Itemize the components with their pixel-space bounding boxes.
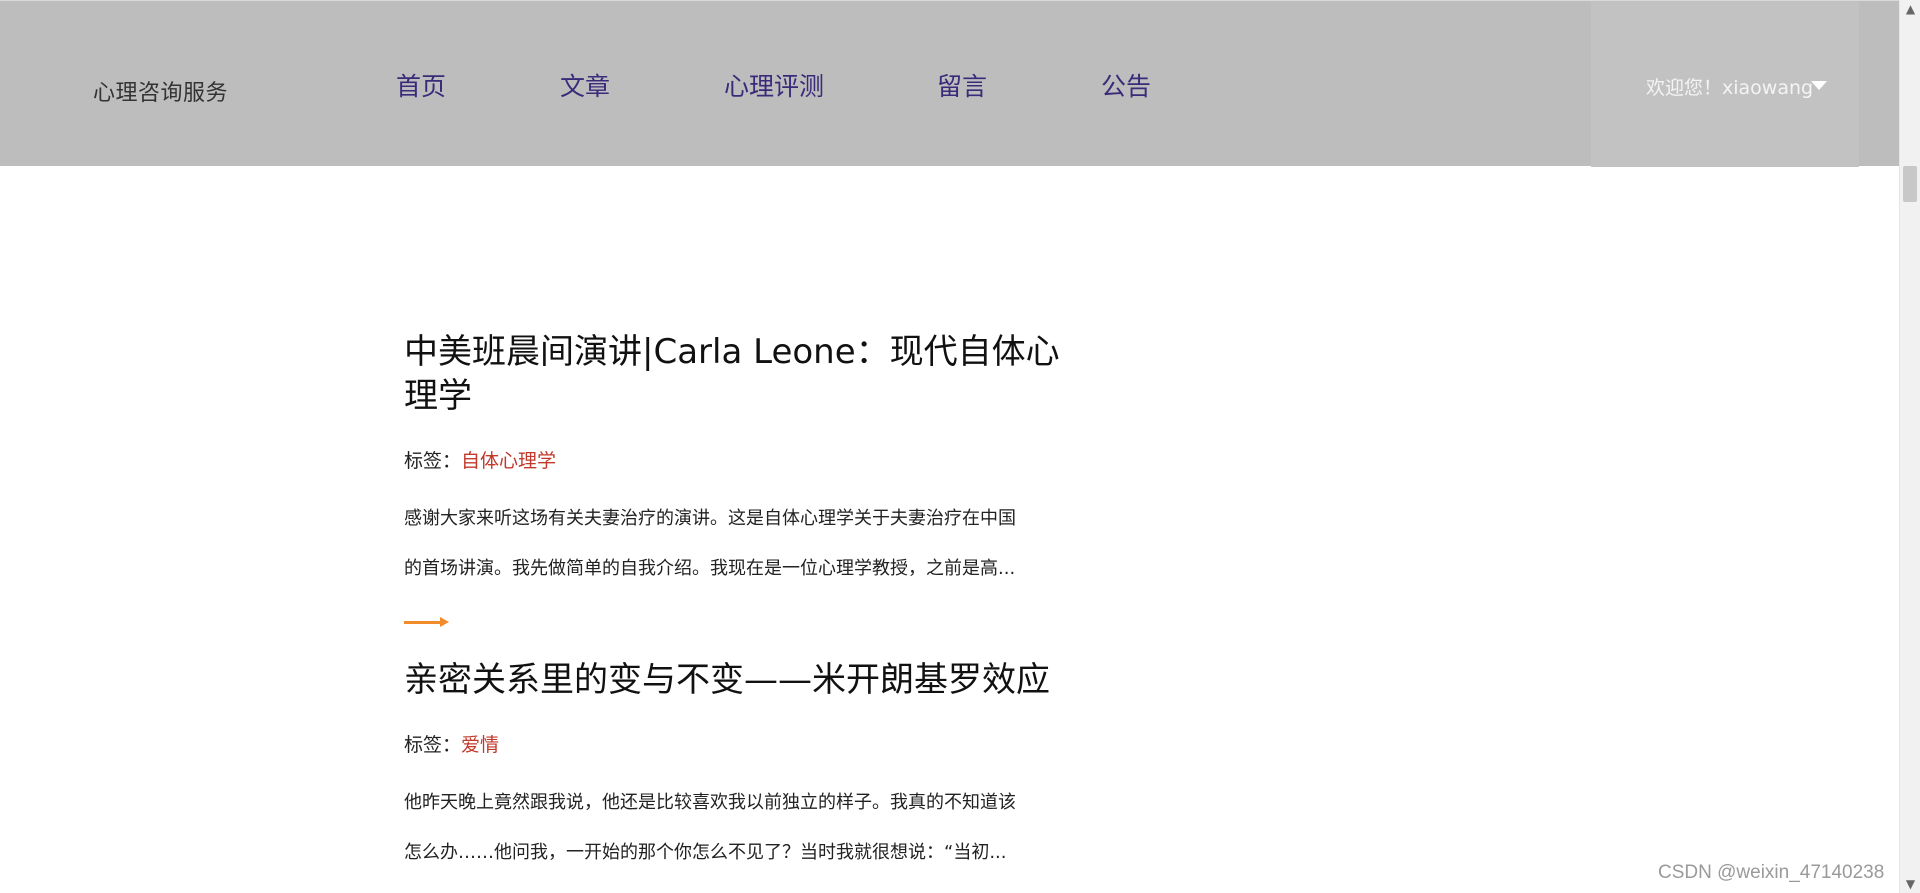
article-title[interactable]: 亲密关系里的变与不变——米开朗基罗效应 <box>404 658 1064 702</box>
article-list: 中美班晨间演讲|Carla Leone：现代自体心理学 标签：自体心理学 感谢大… <box>404 330 1064 878</box>
arrow-head <box>440 617 449 627</box>
article-excerpt: 他昨天晚上竟然跟我说，他还是比较喜欢我以前独立的样子。我真的不知道该 怎么办……… <box>404 778 1064 878</box>
nav-item-psych-test[interactable]: 心理评测 <box>724 67 824 103</box>
tag-link[interactable]: 自体心理学 <box>461 450 556 472</box>
nav-item-announcements[interactable]: 公告 <box>1101 67 1151 103</box>
watermark: CSDN @weixin_47140238 <box>1658 862 1885 883</box>
top-header: 心理咨询服务 首页 文章 心理评测 留言 公告 欢迎您！xiaowang <box>0 0 1920 167</box>
scroll-up-icon[interactable]: ▲ <box>1900 0 1920 18</box>
excerpt-line: 怎么办……他问我，一开始的那个你怎么不见了？当时我就很想说：“当初... <box>404 842 1007 863</box>
excerpt-line: 感谢大家来听这场有关夫妻治疗的演讲。这是自体心理学关于夫妻治疗在中国 <box>404 508 1016 529</box>
article-excerpt: 感谢大家来听这场有关夫妻治疗的演讲。这是自体心理学关于夫妻治疗在中国 的首场讲演… <box>404 494 1064 594</box>
caret-down-icon[interactable] <box>1811 81 1827 90</box>
article-tags: 标签：爱情 <box>404 732 1064 758</box>
scroll-down-icon[interactable]: ▼ <box>1900 875 1920 893</box>
article-title[interactable]: 中美班晨间演讲|Carla Leone：现代自体心理学 <box>404 330 1064 418</box>
arrow-shaft <box>404 621 442 624</box>
article-tags: 标签：自体心理学 <box>404 448 1064 474</box>
scroll-thumb[interactable] <box>1903 166 1917 202</box>
tags-label: 标签： <box>404 450 462 472</box>
tags-label: 标签： <box>404 734 462 756</box>
nav-item-home[interactable]: 首页 <box>396 67 446 103</box>
tag-link[interactable]: 爱情 <box>461 734 499 756</box>
excerpt-line: 他昨天晚上竟然跟我说，他还是比较喜欢我以前独立的样子。我真的不知道该 <box>404 792 1016 813</box>
user-greeting[interactable]: 欢迎您！xiaowang <box>1646 73 1813 100</box>
article-card: 亲密关系里的变与不变——米开朗基罗效应 标签：爱情 他昨天晚上竟然跟我说，他还是… <box>404 658 1064 878</box>
site-brand[interactable]: 心理咨询服务 <box>93 75 228 107</box>
nav-item-messages[interactable]: 留言 <box>937 67 987 103</box>
nav-item-articles[interactable]: 文章 <box>560 67 610 103</box>
excerpt-line: 的首场讲演。我先做简单的自我介绍。我现在是一位心理学教授，之前是高... <box>404 558 1016 579</box>
user-menu[interactable]: 欢迎您！xiaowang <box>1591 1 1859 167</box>
vertical-scrollbar[interactable]: ▲ ▼ <box>1899 0 1920 893</box>
article-card: 中美班晨间演讲|Carla Leone：现代自体心理学 标签：自体心理学 感谢大… <box>404 330 1064 632</box>
arrow-right-icon[interactable] <box>404 612 450 632</box>
